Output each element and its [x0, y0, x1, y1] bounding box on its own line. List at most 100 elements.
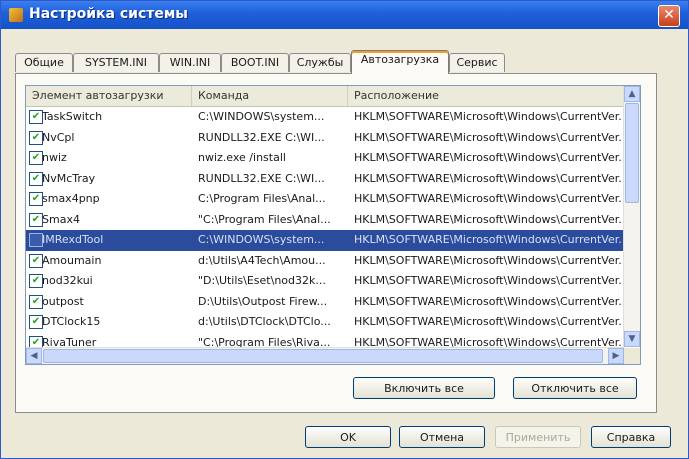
table-row[interactable]: ✔ smax4pnp C:\Program Files\Anal... HKLM\SO…: [26, 189, 626, 210]
table-row[interactable]: ✔ TaskSwitch C:\WINDOWS\system... HKLM\SOFT…: [26, 107, 626, 128]
startup-item-command: nwiz.exe /install: [198, 151, 286, 164]
startup-item-location: HKLM\SOFTWARE\Microsoft\Windows\CurrentV…: [354, 130, 626, 144]
startup-item-command: C:\WINDOWS\system...: [198, 110, 325, 123]
close-button[interactable]: ✕: [658, 5, 680, 27]
startup-item-command: "C:\Program Files\Anal...: [198, 212, 331, 226]
enable-all-label: Включить все: [384, 382, 464, 395]
table-row[interactable]: ✔ NvMcTray RUNDLL32.EXE C:\WI... HKLM\SOFTW…: [26, 169, 626, 190]
tab-general[interactable]: Общие: [15, 53, 73, 72]
startup-item-name: NvMcTray: [42, 171, 96, 185]
startup-item-location: HKLM\SOFTWARE\Microsoft\Windows\CurrentV…: [354, 274, 626, 287]
ok-button[interactable]: OK: [305, 426, 391, 448]
chevron-right-icon: ▶: [612, 351, 620, 361]
apply-label: Применить: [505, 431, 571, 444]
startup-item-checkbox[interactable]: ✔: [29, 110, 43, 124]
help-label: Справка: [606, 431, 656, 444]
tab-tools[interactable]: Сервис: [449, 53, 505, 72]
startup-item-name: smax4pnp: [42, 192, 100, 205]
scroll-down-button[interactable]: ▼: [624, 331, 640, 347]
startup-item-name: TaskSwitch: [42, 110, 103, 123]
scroll-left-button[interactable]: ◀: [26, 348, 42, 364]
startup-item-location: HKLM\SOFTWARE\Microsoft\Windows\CurrentV…: [354, 192, 626, 205]
cancel-button[interactable]: Отмена: [399, 426, 485, 448]
startup-item-checkbox[interactable]: ✔: [29, 130, 43, 145]
startup-item-name: NvCpl: [42, 130, 75, 144]
startup-item-command: C:\WINDOWS\system...: [198, 233, 325, 246]
tab-system-ini[interactable]: SYSTEM.INI: [73, 53, 159, 72]
startup-item-command: d:\Utils\DTClock\DTClo...: [198, 315, 331, 328]
ok-label: OK: [340, 431, 356, 444]
startup-item-checkbox[interactable]: ✔: [29, 253, 43, 268]
startup-item-checkbox[interactable]: ✔: [29, 315, 43, 329]
tab-startup[interactable]: Автозагрузка: [351, 50, 449, 74]
startup-item-checkbox[interactable]: ✔: [29, 192, 43, 206]
startup-item-location: HKLM\SOFTWARE\Microsoft\Windows\CurrentV…: [354, 294, 626, 308]
tab-services[interactable]: Службы: [289, 53, 351, 72]
table-row[interactable]: IMRexdTool C:\WINDOWS\system... HKLM\SOFTW…: [26, 230, 626, 251]
tab-boot-ini[interactable]: BOOT.INI: [221, 53, 289, 72]
table-row[interactable]: ✔ DTClock15 d:\Utils\DTClock\DTClo... HKLM\…: [26, 312, 626, 333]
column-header-item[interactable]: Элемент автозагрузки: [26, 86, 192, 106]
table-row[interactable]: ✔ Amoumain d:\Utils\A4Tech\Amou... HKLM\SOF…: [26, 251, 626, 272]
column-header-command[interactable]: Команда: [192, 86, 348, 106]
startup-item-name: outpost: [42, 294, 84, 308]
scroll-up-button[interactable]: ▲: [624, 86, 640, 102]
vertical-scrollbar[interactable]: ▲ ▼: [623, 86, 640, 347]
app-icon: [9, 8, 23, 22]
list-rows: ✔ TaskSwitch C:\WINDOWS\system... HKLM\SOFT…: [26, 107, 626, 353]
close-icon: ✕: [663, 7, 675, 23]
table-row[interactable]: ✔ nwiz nwiz.exe /install HKLM\SOFTWARE\Micr…: [26, 148, 626, 169]
horizontal-scrollbar[interactable]: ◀ ▶: [26, 347, 624, 364]
list-header: Элемент автозагрузки Команда Расположени…: [26, 86, 626, 107]
scroll-corner: [624, 348, 640, 364]
table-row[interactable]: ✔ Smax4 "C:\Program Files\Anal... HKLM\SOFT…: [26, 210, 626, 231]
table-row[interactable]: ✔ outpost D:\Utils\Outpost Firew... HKLM\SO…: [26, 292, 626, 313]
startup-item-checkbox[interactable]: ✔: [29, 294, 43, 309]
startup-item-command: RUNDLL32.EXE C:\WI...: [198, 171, 325, 185]
chevron-left-icon: ◀: [30, 351, 38, 361]
startup-item-checkbox[interactable]: ✔: [29, 212, 43, 227]
cancel-label: Отмена: [419, 431, 465, 444]
startup-item-command: d:\Utils\A4Tech\Amou...: [198, 253, 326, 267]
apply-button[interactable]: Применить: [495, 426, 581, 448]
tab-win-ini[interactable]: WIN.INI: [159, 53, 221, 72]
disable-all-button[interactable]: Отключить все: [513, 377, 637, 399]
startup-item-location: HKLM\SOFTWARE\Microsoft\Windows\CurrentV…: [354, 110, 626, 123]
startup-item-location: HKLM\SOFTWARE\Microsoft\Windows\CurrentV…: [354, 315, 626, 328]
startup-item-name: nwiz: [42, 151, 67, 164]
startup-item-name: IMRexdTool: [42, 233, 104, 246]
startup-item-command: RUNDLL32.EXE C:\WI...: [198, 130, 325, 144]
disable-all-label: Отключить все: [531, 382, 619, 395]
startup-item-checkbox[interactable]: ✔: [29, 151, 43, 165]
title-bar[interactable]: Настройка системы ✕: [1, 1, 688, 29]
startup-item-location: HKLM\SOFTWARE\Microsoft\Windows\CurrentV…: [354, 171, 626, 185]
table-row[interactable]: ✔ NvCpl RUNDLL32.EXE C:\WI... HKLM\SOFTWARE…: [26, 128, 626, 149]
startup-item-checkbox[interactable]: [29, 233, 43, 247]
startup-item-location: HKLM\SOFTWARE\Microsoft\Windows\CurrentV…: [354, 253, 626, 267]
scroll-right-button[interactable]: ▶: [608, 348, 624, 364]
help-button[interactable]: Справка: [591, 426, 671, 448]
startup-item-location: HKLM\SOFTWARE\Microsoft\Windows\CurrentV…: [354, 151, 626, 164]
startup-item-name: Smax4: [42, 212, 80, 226]
vertical-scroll-thumb[interactable]: [625, 103, 639, 203]
chevron-up-icon: ▲: [628, 89, 636, 99]
startup-item-name: Amoumain: [42, 253, 102, 267]
startup-item-name: DTClock15: [42, 315, 101, 328]
startup-item-location: HKLM\SOFTWARE\Microsoft\Windows\CurrentV…: [354, 212, 626, 226]
startup-list[interactable]: Элемент автозагрузки Команда Расположени…: [25, 85, 641, 365]
startup-item-command: "D:\Utils\Eset\nod32k...: [198, 274, 326, 287]
startup-item-location: HKLM\SOFTWARE\Microsoft\Windows\CurrentV…: [354, 233, 626, 246]
tab-strip: Общие SYSTEM.INI WIN.INI BOOT.INI Службы…: [15, 50, 674, 74]
startup-item-checkbox[interactable]: ✔: [29, 274, 43, 288]
horizontal-scroll-thumb[interactable]: [43, 349, 603, 363]
enable-all-button[interactable]: Включить все: [353, 377, 495, 399]
startup-item-checkbox[interactable]: ✔: [29, 171, 43, 186]
column-header-location[interactable]: Расположение: [348, 86, 626, 106]
chevron-down-icon: ▼: [628, 334, 636, 344]
startup-item-name: nod32kui: [42, 274, 93, 287]
system-config-window: Настройка системы ✕ Общие SYSTEM.INI WIN…: [0, 0, 689, 459]
table-row[interactable]: ✔ nod32kui "D:\Utils\Eset\nod32k... HKLM\SO…: [26, 271, 626, 292]
window-title: Настройка системы: [29, 6, 188, 22]
startup-item-command: C:\Program Files\Anal...: [198, 192, 326, 205]
startup-item-command: D:\Utils\Outpost Firew...: [198, 294, 328, 308]
